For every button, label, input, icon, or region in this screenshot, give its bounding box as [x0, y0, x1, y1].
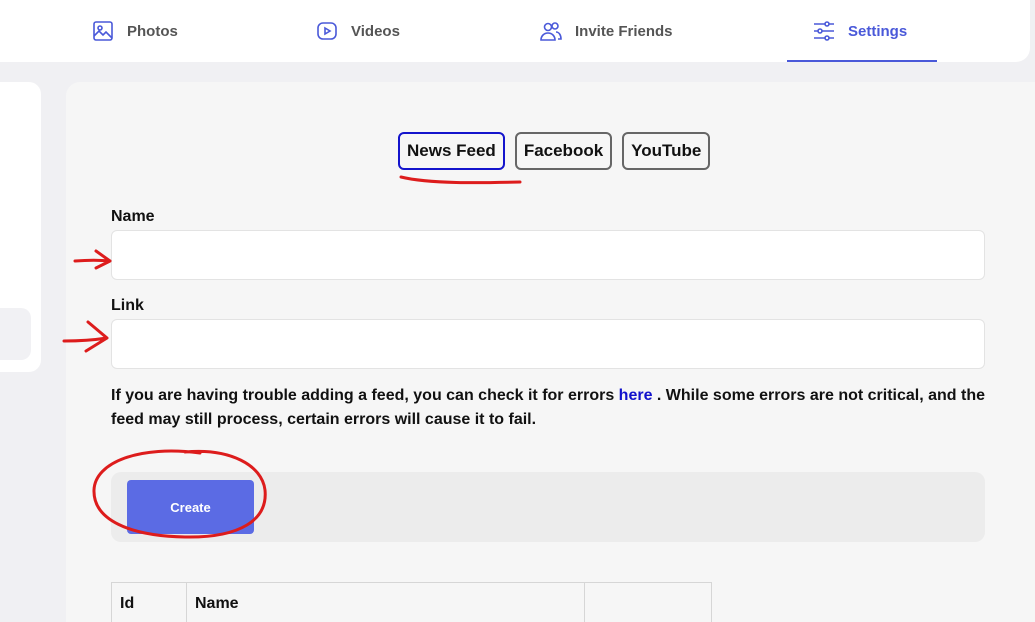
nav-videos-label: Videos — [351, 22, 400, 40]
tab-youtube[interactable]: YouTube — [622, 132, 711, 170]
link-label: Link — [111, 297, 144, 314]
sidebar-item[interactable] — [0, 308, 31, 360]
feed-source-tabs: News Feed Facebook YouTube — [398, 132, 711, 170]
tab-facebook[interactable]: Facebook — [514, 132, 613, 170]
top-navigation: Photos Videos Invite Friends Settings — [0, 0, 1030, 62]
nav-invite-friends-label: Invite Friends — [575, 22, 673, 40]
settings-icon — [814, 21, 834, 41]
check-errors-link[interactable]: here — [619, 387, 653, 404]
name-input[interactable] — [111, 230, 985, 280]
videos-icon — [317, 22, 337, 40]
nav-settings[interactable]: Settings — [812, 0, 907, 62]
nav-settings-label: Settings — [848, 22, 908, 40]
invite-friends-icon — [540, 22, 562, 41]
nav-videos[interactable]: Videos — [315, 0, 400, 62]
feed-help-text: If you are having trouble adding a feed,… — [111, 384, 991, 432]
feeds-table: Id Name — [111, 582, 712, 622]
create-button[interactable]: Create — [127, 480, 254, 534]
nav-photos-label: Photos — [127, 22, 178, 40]
column-header-actions — [584, 582, 712, 622]
table-header-row: Id Name — [111, 582, 712, 622]
link-input[interactable] — [111, 319, 985, 369]
column-header-name: Name — [186, 582, 585, 622]
name-label: Name — [111, 208, 155, 225]
active-nav-indicator — [787, 60, 937, 62]
help-text-start: If you are having trouble adding a feed,… — [111, 387, 619, 404]
tab-news-feed[interactable]: News Feed — [398, 132, 505, 170]
nav-invite-friends[interactable]: Invite Friends — [539, 0, 673, 62]
photos-icon — [93, 21, 113, 41]
column-header-id: Id — [111, 582, 187, 622]
nav-photos[interactable]: Photos — [91, 0, 178, 62]
